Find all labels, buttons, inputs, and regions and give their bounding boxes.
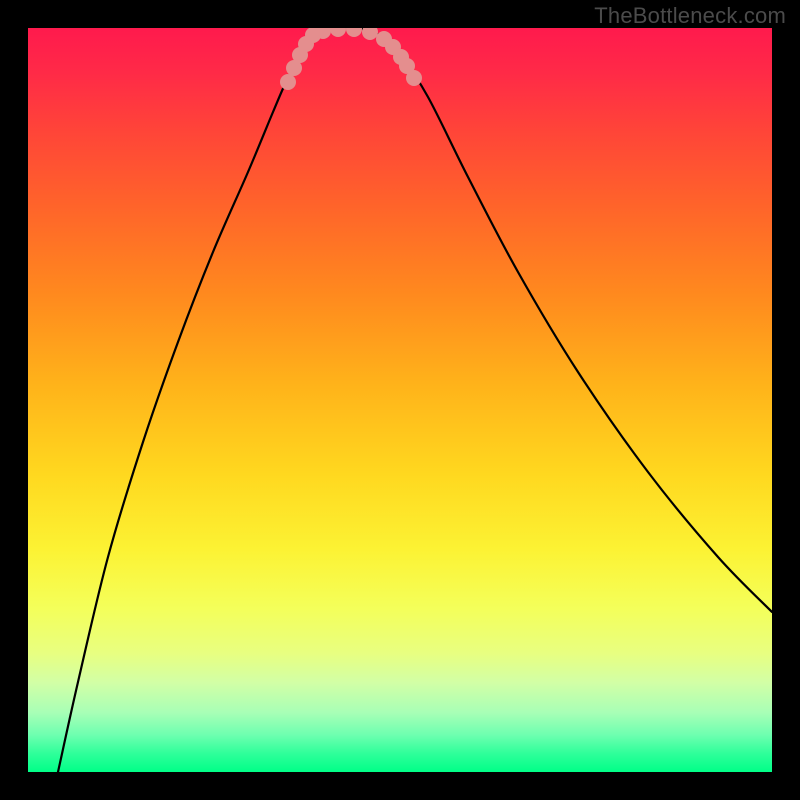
marker-bottom-2 [330, 28, 346, 37]
curve-path [58, 28, 772, 772]
chart-svg [28, 28, 772, 772]
marker-group [280, 28, 422, 90]
plot-area [28, 28, 772, 772]
chart-container: TheBottleneck.com [0, 0, 800, 800]
marker-left-1 [280, 74, 296, 90]
watermark-text: TheBottleneck.com [594, 3, 786, 29]
marker-bottom-3 [346, 28, 362, 37]
marker-right-4 [406, 70, 422, 86]
marker-bottom-4 [362, 28, 378, 40]
